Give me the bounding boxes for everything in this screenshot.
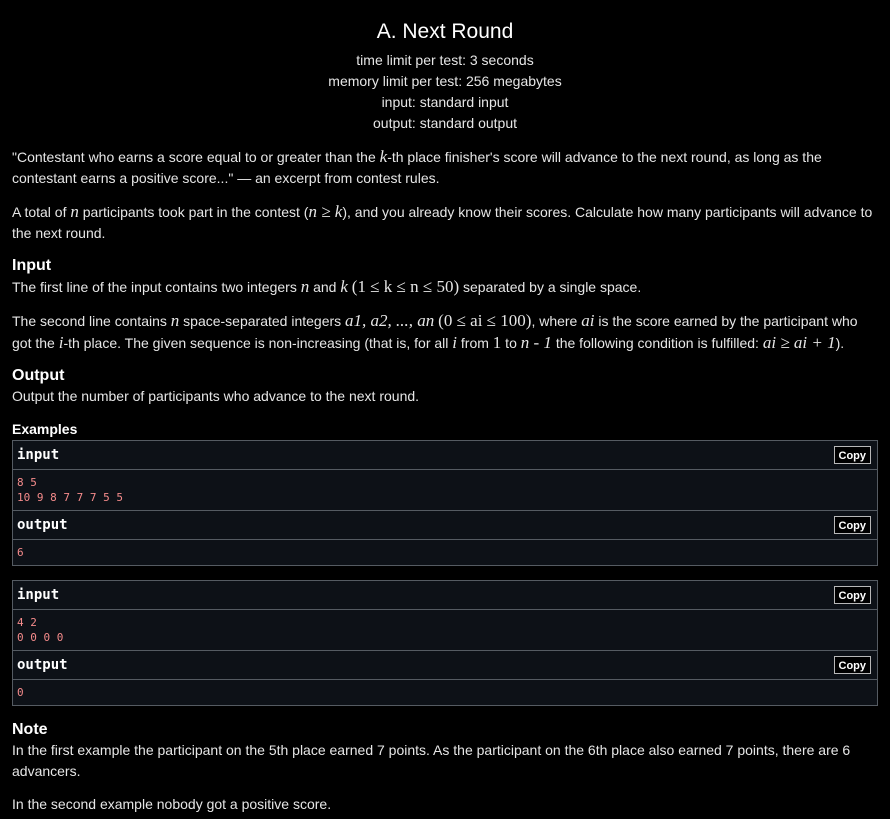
example-1-input-header: input Copy <box>13 441 877 470</box>
input-line-1: The first line of the input contains two… <box>12 277 642 296</box>
example-2: input Copy 4 2 0 0 0 0 output Copy 0 <box>12 580 878 706</box>
input-section-title: Input <box>12 257 52 274</box>
example-2-output-header: output Copy <box>13 651 877 680</box>
output-label: output <box>17 657 68 673</box>
problem-header: A. Next Round time limit per test: 3 sec… <box>0 0 890 134</box>
input-line-2: The second line contains n space-separat… <box>12 311 858 352</box>
output-label: output <box>17 517 68 533</box>
example-1-output[interactable]: 6 <box>13 540 877 565</box>
output-type: output: standard output <box>373 115 517 131</box>
input-label: input <box>17 587 60 603</box>
output-section-text: Output the number of participants who ad… <box>12 388 420 404</box>
example-1-input[interactable]: 8 5 10 9 8 7 7 7 5 5 <box>13 470 877 511</box>
copy-input-button[interactable]: Copy <box>833 586 871 604</box>
memory-limit: memory limit per test: 256 megabytes <box>328 73 562 89</box>
examples-title: Examples <box>12 421 78 437</box>
copy-output-button[interactable]: Copy <box>833 516 871 534</box>
statement-paragraph-1: "Contestant who earns a score equal to o… <box>12 147 822 186</box>
input-type: input: standard input <box>381 94 509 110</box>
example-1: input Copy 8 5 10 9 8 7 7 7 5 5 output C… <box>12 440 878 566</box>
copy-input-button[interactable]: Copy <box>833 446 871 464</box>
note-paragraph-2: In the second example nobody got a posit… <box>12 796 332 812</box>
example-2-output[interactable]: 0 <box>13 680 877 705</box>
problem-statement: "Contestant who earns a score equal to o… <box>0 146 890 815</box>
note-paragraph-1: In the first example the participant on … <box>12 742 851 779</box>
note-title: Note <box>12 721 48 738</box>
output-section-title: Output <box>12 367 65 384</box>
example-1-output-header: output Copy <box>13 511 877 540</box>
statement-paragraph-2: A total of n participants took part in t… <box>12 202 873 241</box>
problem-title: A. Next Round <box>376 20 514 43</box>
input-label: input <box>17 447 60 463</box>
copy-output-button[interactable]: Copy <box>833 656 871 674</box>
time-limit: time limit per test: 3 seconds <box>356 52 534 68</box>
example-2-input[interactable]: 4 2 0 0 0 0 <box>13 610 877 651</box>
example-2-input-header: input Copy <box>13 581 877 610</box>
